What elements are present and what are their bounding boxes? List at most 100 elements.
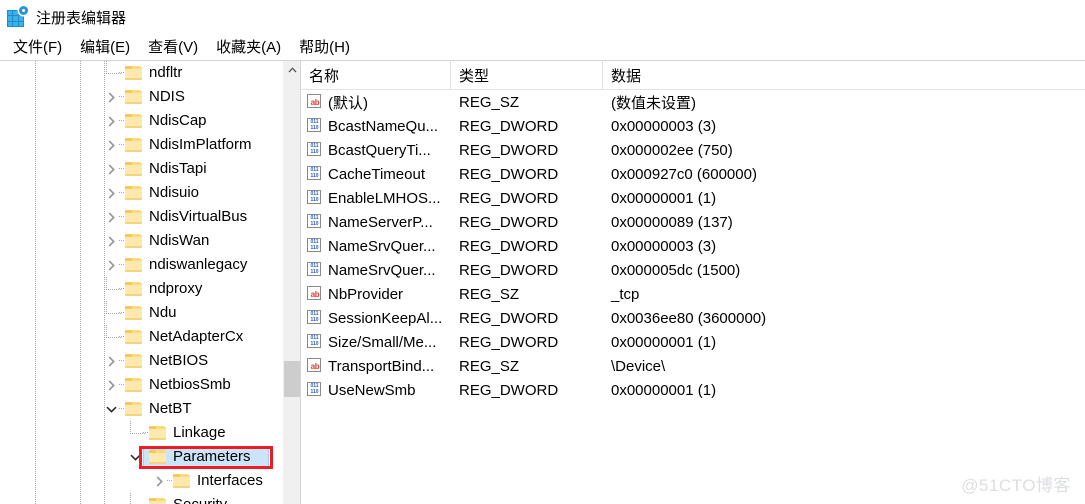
chevron-right-icon[interactable] [104, 114, 118, 128]
registry-editor-icon [6, 6, 28, 28]
dword-value-icon: 011 110 [307, 118, 323, 134]
dword-value-icon: 011 110 [307, 142, 323, 158]
value-row[interactable]: ab NbProvider REG_SZ _tcp [301, 282, 1085, 306]
value-row[interactable]: ab (默认) REG_SZ (数值未设置) [301, 90, 1085, 114]
chevron-right-icon[interactable] [104, 234, 118, 248]
tree-connector-stub [119, 240, 124, 241]
value-type-cell: REG_DWORD [459, 261, 559, 279]
tree-item-label: NetBT [149, 400, 192, 417]
value-data-cell: 0x000005dc (1500) [611, 261, 741, 279]
tree-connector-stub [119, 168, 124, 169]
value-row[interactable]: 011 110 Size/Small/Me... REG_DWORD 0x0000000… [301, 330, 1085, 354]
tree-item-label: Security [173, 493, 227, 504]
tree-item-parameters[interactable]: Parameters [0, 445, 300, 469]
tree-connector-stub [143, 432, 148, 433]
tree-item-ndiswanlegacy[interactable]: ndiswanlegacy [0, 253, 300, 277]
value-data-cell: \Device\ [611, 357, 666, 375]
menu-item-help[interactable]: 帮助(H) [290, 34, 359, 60]
value-type-cell: REG_DWORD [459, 117, 559, 135]
tree-connector [130, 493, 145, 504]
tree-item-ndisuio[interactable]: Ndisuio [0, 181, 300, 205]
value-row[interactable]: 011 110 NameSrvQuer... REG_DWORD 0x000005dc … [301, 258, 1085, 282]
column-header-type[interactable]: 类型 [451, 61, 603, 89]
value-name-label: NameServerP... [328, 213, 433, 231]
tree-item-netbios[interactable]: NetBIOS [0, 349, 300, 373]
tree-item-label: Ndu [149, 304, 177, 321]
chevron-right-icon[interactable] [104, 186, 118, 200]
menu-item-view[interactable]: 查看(V) [139, 34, 207, 60]
menu-bar: 文件(F) 编辑(E) 查看(V) 收藏夹(A) 帮助(H) [0, 34, 1085, 60]
tree-item-label: Linkage [173, 424, 226, 441]
tree-item-netbiossmb[interactable]: NetbiosSmb [0, 373, 300, 397]
tree-item-netbt[interactable]: NetBT [0, 397, 300, 421]
tree-item-ndis[interactable]: NDIS [0, 85, 300, 109]
column-header-name[interactable]: 名称 [301, 61, 451, 89]
chevron-right-icon[interactable] [104, 162, 118, 176]
tree-connector-stub [119, 216, 124, 217]
tree-item-security[interactable]: Security [0, 493, 300, 504]
tree-connector-stub [119, 336, 124, 337]
column-header-data[interactable]: 数据 [603, 61, 1085, 89]
value-row[interactable]: 011 110 SessionKeepAl... REG_DWORD 0x0036ee8… [301, 306, 1085, 330]
registry-tree-pane[interactable]: ndfltr NDIS NdisCap NdisImPlatform NdisTapi N… [0, 60, 300, 504]
chevron-right-icon[interactable] [104, 210, 118, 224]
chevron-right-icon[interactable] [104, 258, 118, 272]
tree-item-ndfltr[interactable]: ndfltr [0, 61, 300, 85]
value-row[interactable]: 011 110 EnableLMHOS... REG_DWORD 0x00000001 … [301, 186, 1085, 210]
dword-value-icon: 011 110 [307, 190, 323, 206]
tree-item-ndisvirtualbus[interactable]: NdisVirtualBus [0, 205, 300, 229]
chevron-down-icon[interactable] [104, 402, 118, 416]
tree-scrollbar-thumb[interactable] [284, 361, 300, 397]
value-type-cell: REG_DWORD [459, 213, 559, 231]
tree-item-interfaces[interactable]: Interfaces [0, 469, 300, 493]
value-row[interactable]: 011 110 UseNewSmb REG_DWORD 0x00000001 (1) [301, 378, 1085, 402]
chevron-right-icon[interactable] [152, 474, 166, 488]
value-row[interactable]: 011 110 CacheTimeout REG_DWORD 0x000927c0 (6… [301, 162, 1085, 186]
folder-icon [125, 258, 142, 273]
tree-item-ndiscap[interactable]: NdisCap [0, 109, 300, 133]
tree-item-label: NdisCap [149, 112, 207, 129]
folder-icon [125, 114, 142, 129]
tree-item-ndistapi[interactable]: NdisTapi [0, 157, 300, 181]
value-data-cell: 0x00000003 (3) [611, 237, 717, 255]
value-name-label: BcastNameQu... [328, 117, 439, 135]
value-name-label: NameSrvQuer... [328, 261, 436, 279]
value-name-label: BcastQueryTi... [328, 141, 431, 159]
tree-item-ndisimplatform[interactable]: NdisImPlatform [0, 133, 300, 157]
tree-scrollbar[interactable] [283, 61, 300, 504]
scroll-up-button[interactable] [284, 61, 300, 78]
values-column-header: 名称 类型 数据 [301, 61, 1085, 90]
menu-item-edit[interactable]: 编辑(E) [71, 34, 139, 60]
tree-item-linkage[interactable]: Linkage [0, 421, 300, 445]
value-name-label: NameSrvQuer... [328, 237, 436, 255]
value-name-label: UseNewSmb [328, 381, 416, 399]
tree-item-netadaptercx[interactable]: NetAdapterCx [0, 325, 300, 349]
value-name-label: SessionKeepAl... [328, 309, 443, 327]
value-name-cell: ab TransportBind... [301, 358, 451, 375]
tree-connector-stub [119, 264, 124, 265]
value-row[interactable]: ab TransportBind... REG_SZ \Device\ [301, 354, 1085, 378]
tree-item-ndu[interactable]: Ndu [0, 301, 300, 325]
tree-item-ndiswan[interactable]: NdisWan [0, 229, 300, 253]
values-row-list[interactable]: ab (默认) REG_SZ (数值未设置) 011 110 BcastNameQu... R… [301, 90, 1085, 402]
value-name-cell: 011 110 SessionKeepAl... [301, 310, 451, 327]
menu-item-favorites[interactable]: 收藏夹(A) [207, 34, 290, 60]
value-type-cell: REG_DWORD [459, 165, 559, 183]
tree-connector-stub [119, 288, 124, 289]
value-row[interactable]: 011 110 NameServerP... REG_DWORD 0x00000089 … [301, 210, 1085, 234]
registry-tree-list[interactable]: ndfltr NDIS NdisCap NdisImPlatform NdisTapi N… [0, 61, 300, 504]
registry-values-pane[interactable]: 名称 类型 数据 ab (默认) REG_SZ (数值未设置) 011 110 BcastN… [300, 60, 1085, 504]
chevron-right-icon[interactable] [104, 90, 118, 104]
menu-item-file[interactable]: 文件(F) [4, 34, 71, 60]
dword-value-icon: 011 110 [307, 334, 323, 350]
chevron-down-icon[interactable] [128, 450, 142, 464]
tree-item-ndproxy[interactable]: ndproxy [0, 277, 300, 301]
value-row[interactable]: 011 110 BcastQueryTi... REG_DWORD 0x000002ee… [301, 138, 1085, 162]
chevron-right-icon[interactable] [104, 138, 118, 152]
value-row[interactable]: 011 110 NameSrvQuer... REG_DWORD 0x00000003 … [301, 234, 1085, 258]
chevron-right-icon[interactable] [104, 378, 118, 392]
chevron-right-icon[interactable] [104, 354, 118, 368]
value-row[interactable]: 011 110 BcastNameQu... REG_DWORD 0x00000003 … [301, 114, 1085, 138]
value-type-cell: REG_DWORD [459, 189, 559, 207]
value-type-cell: REG_DWORD [459, 381, 559, 399]
